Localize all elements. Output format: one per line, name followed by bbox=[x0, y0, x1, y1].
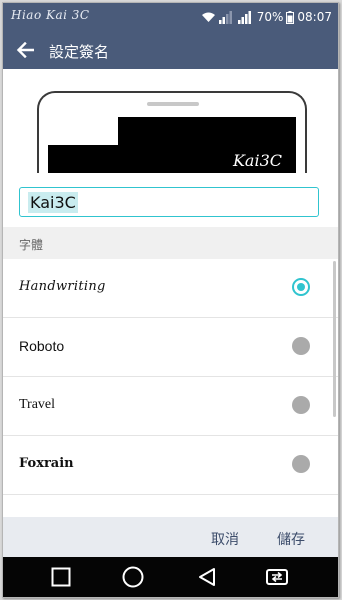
font-option-roboto[interactable]: Roboto bbox=[3, 318, 338, 377]
watermark: Hiao Kai 3C bbox=[11, 8, 90, 22]
action-bar: 取消 儲存 bbox=[3, 517, 338, 557]
status-icons: 70% 08:07 bbox=[201, 8, 332, 26]
clock: 08:07 bbox=[297, 10, 332, 24]
phone-illustration: Kai3C bbox=[37, 91, 307, 173]
signal-icon bbox=[218, 10, 232, 24]
phone-screen-block: Kai3C bbox=[118, 117, 296, 173]
radio-selected-icon[interactable] bbox=[292, 278, 310, 296]
save-button[interactable]: 儲存 bbox=[277, 529, 305, 549]
phone-screen-block bbox=[48, 145, 120, 173]
font-option-travel[interactable]: Travel bbox=[3, 377, 338, 436]
font-section-header: 字體 bbox=[3, 227, 338, 259]
wifi-icon bbox=[201, 12, 215, 22]
triangle-icon bbox=[199, 568, 215, 586]
font-label: Foxrain bbox=[19, 456, 74, 471]
radio-unselected-icon[interactable] bbox=[292, 337, 310, 355]
battery-percent: 70% bbox=[256, 10, 284, 24]
radio-unselected-icon[interactable] bbox=[292, 455, 310, 473]
font-label: Roboto bbox=[19, 338, 65, 354]
recent-apps-button[interactable] bbox=[49, 566, 73, 588]
square-icon bbox=[51, 567, 71, 587]
phone-speaker bbox=[147, 102, 199, 106]
navigation-bar bbox=[3, 557, 338, 597]
app-window: Hiao Kai 3C 70% 08:07 設定簽名 Kai3C Kai3C 字… bbox=[2, 2, 339, 598]
scrollbar[interactable] bbox=[333, 261, 336, 417]
battery-icon bbox=[286, 10, 295, 24]
back-button[interactable] bbox=[11, 36, 39, 64]
font-label: Handwriting bbox=[19, 279, 106, 294]
font-option-handwriting[interactable]: Handwriting bbox=[3, 259, 338, 318]
signal-icon bbox=[237, 10, 251, 24]
switch-sim-button[interactable] bbox=[265, 566, 289, 588]
arrow-left-icon bbox=[16, 42, 34, 58]
signature-input-value: Kai3C bbox=[28, 191, 78, 213]
app-header: 設定簽名 bbox=[3, 31, 338, 69]
switch-sim-icon bbox=[266, 569, 288, 585]
font-option-foxrain[interactable]: Foxrain bbox=[3, 436, 338, 495]
home-button[interactable] bbox=[121, 566, 145, 588]
cancel-button[interactable]: 取消 bbox=[211, 529, 239, 549]
signature-preview-text: Kai3C bbox=[232, 151, 282, 170]
page-title: 設定簽名 bbox=[49, 43, 110, 61]
back-nav-button[interactable] bbox=[195, 566, 219, 588]
signature-preview: Kai3C bbox=[3, 69, 338, 173]
font-list: Handwriting Roboto Travel Foxrain bbox=[3, 259, 338, 519]
radio-unselected-icon[interactable] bbox=[292, 396, 310, 414]
font-label: Travel bbox=[19, 397, 56, 412]
signature-input[interactable]: Kai3C bbox=[19, 187, 319, 217]
circle-icon bbox=[122, 566, 144, 588]
status-bar: Hiao Kai 3C 70% 08:07 bbox=[3, 3, 338, 31]
